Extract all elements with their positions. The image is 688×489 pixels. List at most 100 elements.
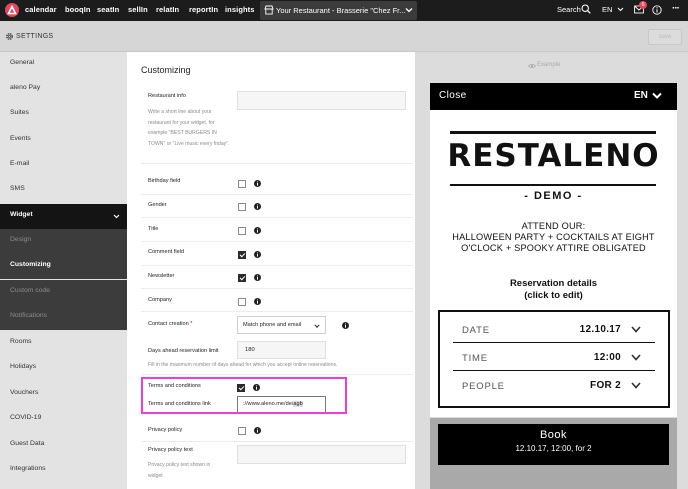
sidebar-item-events[interactable]: Events	[0, 128, 127, 153]
restaurant-info-label: Restaurant info	[148, 93, 186, 99]
storefront-icon	[264, 5, 274, 15]
attend-line: HALLOWEEN PARTY + COCKTAILS AT EIGHT	[452, 232, 655, 242]
save-button[interactable]: save	[648, 29, 682, 45]
widget-language[interactable]: EN	[634, 90, 648, 101]
sidebar-item-holidays[interactable]: Holidays	[0, 356, 127, 381]
days-ahead-label: Days ahead reservation limit	[148, 348, 219, 354]
divider	[141, 374, 413, 375]
sidebar-subitem-custom-code[interactable]: Custom code	[0, 280, 127, 305]
people-row[interactable]: PEOPLE FOR 2	[453, 372, 655, 399]
divider	[450, 184, 656, 186]
more-options-icon[interactable]: ···	[672, 4, 680, 14]
info-icon[interactable]	[342, 322, 349, 329]
company-checkbox[interactable]	[238, 298, 246, 306]
language-selector[interactable]: EN	[602, 5, 612, 14]
chevron-down-icon	[631, 382, 641, 389]
customizing-form: Customizing Restaurant info Write a shor…	[127, 52, 415, 489]
notification-badge: 6	[639, 1, 647, 9]
sidebar-item-guest-data[interactable]: Guest Data	[0, 433, 127, 458]
privacy-text-input[interactable]	[237, 445, 406, 464]
comment-field-checkbox[interactable]	[238, 251, 246, 259]
sidebar-item-integrations[interactable]: Integrations	[0, 458, 127, 483]
sidebar-item-suites[interactable]: Suites	[0, 102, 127, 127]
people-key: PEOPLE	[462, 381, 505, 392]
sidebar-item-widget[interactable]: Widget	[0, 204, 127, 229]
sidebar-item-covid-19[interactable]: COVID-19	[0, 407, 127, 432]
chevron-down-icon	[113, 214, 120, 219]
contact-creation-value: Match phone and email	[243, 322, 302, 328]
nav-insights[interactable]: insights	[225, 5, 255, 14]
widget-header: Close EN	[430, 83, 677, 110]
chevron-down-icon[interactable]	[617, 6, 624, 13]
info-icon[interactable]	[254, 203, 261, 210]
book-button[interactable]: Book 12.10.17, 12:00, for 2	[438, 424, 669, 465]
widget-preview: Close EN RESTALENO - DEMO - ATTEND OUR: …	[430, 83, 677, 417]
nav-reportin[interactable]: reportIn	[189, 5, 218, 14]
days-ahead-input[interactable]: 180	[237, 341, 326, 359]
nav-booqin[interactable]: booqIn	[65, 5, 91, 14]
restaurant-selector[interactable]: Your Restaurant - Brasserie "Chez Fr...	[260, 1, 417, 20]
divider	[141, 441, 413, 442]
restaurant-info-input[interactable]	[237, 91, 406, 110]
nav-seatin[interactable]: seatIn	[97, 5, 119, 14]
settings-bar: SETTINGS save	[0, 21, 688, 52]
birthday-field-label: Birthday field	[148, 178, 181, 184]
eye-icon	[528, 63, 536, 69]
sidebar-item-aleno-pay[interactable]: aleno Pay	[0, 77, 127, 102]
birthday-field-checkbox[interactable]	[238, 180, 246, 188]
sidebar-item-sms[interactable]: SMS	[0, 178, 127, 203]
info-icon[interactable]	[254, 274, 261, 281]
info-icon[interactable]	[254, 298, 261, 305]
restaurant-info-text: ATTEND OUR: HALLOWEEN PARTY + COCKTAILS …	[430, 221, 677, 254]
nav-relatin[interactable]: relatIn	[156, 5, 179, 14]
info-icon[interactable]	[652, 5, 662, 15]
contact-creation-label-text: Contact creation	[148, 321, 189, 327]
sidebar-subitem-notifications[interactable]: Notifications	[0, 305, 127, 330]
privacy-label: Privacy policy	[148, 427, 183, 433]
contact-creation-select[interactable]: Match phone and email	[237, 316, 326, 334]
reservation-details-line: Reservation details	[509, 278, 598, 289]
search-icon[interactable]	[581, 4, 591, 14]
divider	[141, 288, 413, 289]
reservation-details-box: DATE 12.10.17 TIME 12:00 PEOPLE FOR 2	[438, 310, 670, 408]
sidebar-item-vouchers[interactable]: Vouchers	[0, 382, 127, 407]
search-label[interactable]: Search	[557, 5, 581, 14]
widget-close-button[interactable]: Close	[439, 90, 467, 101]
nav-calendar[interactable]: calendar	[25, 5, 57, 14]
newsletter-label: Newsletter	[148, 273, 175, 279]
aleno-logo-icon[interactable]	[5, 3, 19, 17]
chevron-down-icon	[631, 326, 641, 333]
divider	[141, 241, 413, 242]
title-label: Title	[148, 226, 159, 232]
comment-field-label: Comment field	[148, 249, 185, 255]
demo-label: - DEMO -	[524, 190, 583, 202]
sidebar-subitem-customizing[interactable]: Customizing	[0, 254, 127, 279]
sidebar-item-general[interactable]: General	[0, 52, 127, 77]
reservation-details-heading[interactable]: Reservation details (click to edit)	[430, 278, 677, 301]
sidebar-subitem-design[interactable]: Design	[0, 229, 127, 254]
sidebar-item-label: Widget	[10, 211, 33, 218]
info-icon[interactable]	[254, 227, 261, 234]
company-label: Company	[148, 297, 172, 303]
sidebar-item-rooms[interactable]: Rooms	[0, 331, 127, 356]
privacy-text-label: Privacy policy text	[148, 447, 193, 453]
divider	[141, 217, 413, 218]
date-row[interactable]: DATE 12.10.17	[453, 316, 655, 343]
nav-sellin[interactable]: sellIn	[128, 5, 148, 14]
time-row[interactable]: TIME 12:00	[453, 344, 655, 371]
gender-checkbox[interactable]	[238, 203, 246, 211]
newsletter-checkbox[interactable]	[238, 274, 246, 282]
divider	[141, 194, 413, 195]
info-icon[interactable]	[254, 427, 261, 434]
info-icon[interactable]	[254, 180, 261, 187]
sidebar-item-email[interactable]: E-mail	[0, 153, 127, 178]
chevron-down-icon	[631, 354, 641, 361]
days-ahead-help: Fill in the maximum number of days ahead…	[148, 362, 338, 368]
title-checkbox[interactable]	[238, 227, 246, 235]
info-icon[interactable]	[254, 251, 261, 258]
restaurant-info-help: Write a short line about your restaurant…	[148, 109, 230, 147]
chevron-down-icon	[314, 324, 320, 328]
page-title: Customizing	[141, 65, 191, 75]
privacy-checkbox[interactable]	[238, 427, 246, 435]
chevron-down-icon[interactable]	[652, 92, 662, 100]
